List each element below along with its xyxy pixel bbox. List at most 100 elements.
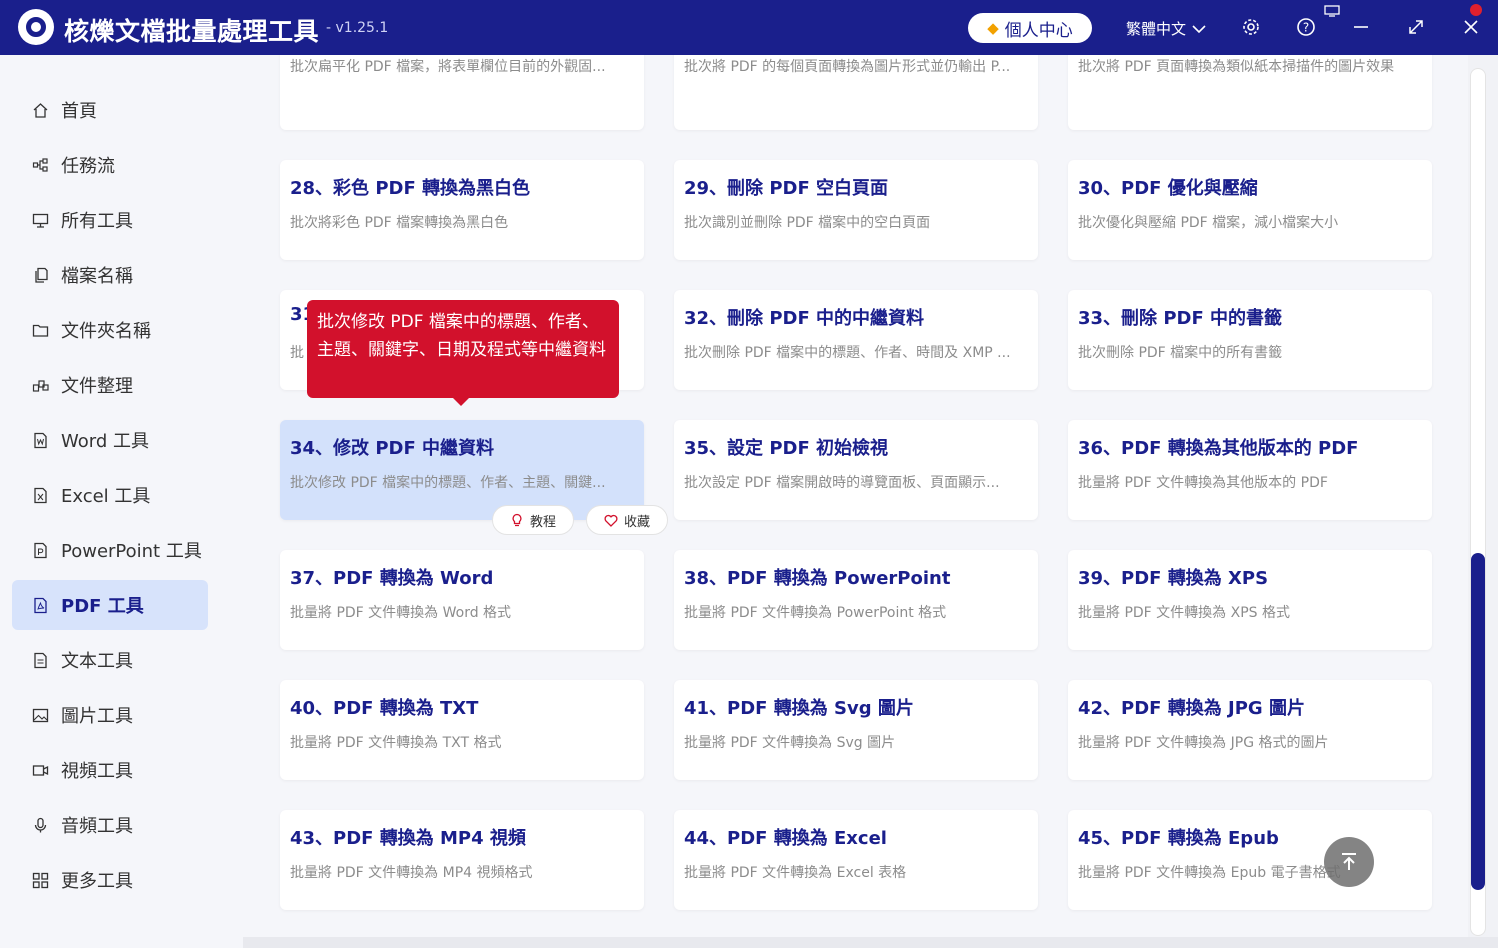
tool-card[interactable]: 30、PDF 優化與壓縮批次優化與壓縮 PDF 檔案，減小檔案大小	[1068, 160, 1432, 260]
tool-card[interactable]: 41、PDF 轉換為 Svg 圖片 批量將 PDF 文件轉換為 Svg 圖片	[674, 680, 1038, 780]
folder-icon	[32, 322, 49, 339]
grid-icon	[32, 872, 49, 889]
sidebar-item-word[interactable]: Word 工具	[12, 415, 208, 465]
tooltip: 批次修改 PDF 檔案中的標題、作者、主題、關鍵字、日期及程式等中繼資料	[307, 300, 619, 398]
sidebar-item-label: 首頁	[61, 101, 97, 122]
tool-card[interactable]: 36、PDF 轉換為其他版本的 PDF 批量將 PDF 文件轉換為其他版本的 PD…	[1068, 420, 1432, 520]
tool-card[interactable]: 批次將 PDF 的每個頁面轉換為圖片形式並仍輸出 P...	[674, 55, 1038, 130]
tool-card[interactable]: 45、PDF 轉換為 Epub 批量將 PDF 文件轉換為 Epub 電子書格式	[1068, 810, 1432, 910]
sidebar-item-microphone[interactable]: 音頻工具	[12, 800, 208, 850]
user-center-label: 個人中心	[1004, 20, 1073, 41]
sidebar: 首頁任務流所有工具檔案名稱文件夾名稱文件整理 Word 工具 Excel 工具 Pow…	[0, 55, 243, 948]
tool-card[interactable]: 29、刪除 PDF 空白頁面 批次識別並刪除 PDF 檔案中的空白頁面	[674, 160, 1038, 260]
tool-card-description: 批次設定 PDF 檔案開啟時的導覽面板、頁面顯示...	[684, 475, 1000, 491]
minimize-icon[interactable]	[1350, 16, 1372, 38]
tool-card[interactable]: 42、PDF 轉換為 JPG 圖片批量將 PDF 文件轉換為 JPG 格式的圖片	[1068, 680, 1432, 780]
tool-card-title: 43、PDF 轉換為 MP4 視頻	[290, 828, 526, 849]
tutorial-label: 教程	[529, 514, 556, 530]
image-icon	[32, 707, 49, 724]
organize-icon	[32, 377, 49, 394]
tool-card[interactable]: 38、PDF 轉換為 PowerPoint 批量將 PDF 文件轉換為 Power…	[674, 550, 1038, 650]
sidebar-item-organize[interactable]: 文件整理	[12, 360, 208, 410]
tool-card-description: 批次扁平化 PDF 檔案，將表單欄位目前的外觀固...	[290, 59, 606, 75]
tool-card-title: 29、刪除 PDF 空白頁面	[684, 178, 889, 199]
tool-card-description: 批量將 PDF 文件轉換為 Word 格式	[290, 605, 512, 621]
tool-card-title: 39、PDF 轉換為 XPS	[1078, 568, 1269, 589]
sidebar-item-grid[interactable]: 更多工具	[12, 855, 208, 905]
tool-card[interactable]: 32、刪除 PDF 中的中繼資料批次刪除 PDF 檔案中的標題、作者、時間及 X…	[674, 290, 1038, 390]
word-icon	[32, 432, 49, 449]
sidebar-item-label: PDF 工具	[61, 596, 144, 617]
close-icon[interactable]	[1460, 16, 1482, 38]
tooltip-arrow	[452, 397, 470, 406]
tool-card-title: 30、PDF 優化與壓縮	[1078, 178, 1258, 199]
sidebar-item-label: 所有工具	[61, 211, 133, 232]
powerpoint-icon	[32, 542, 49, 559]
tool-card[interactable]: 35、設定 PDF 初始檢視批次設定 PDF 檔案開啟時的導覽面板、頁面顯示..…	[674, 420, 1038, 520]
tool-card-description: 批量將 PDF 文件轉換為 Svg 圖片	[684, 735, 896, 751]
sidebar-item-home[interactable]: 首頁	[12, 85, 208, 135]
user-center-button[interactable]: ◆ 個人中心	[968, 13, 1092, 43]
tool-card[interactable]: 33、刪除 PDF 中的書籤批次刪除 PDF 檔案中的所有書籤	[1068, 290, 1432, 390]
sidebar-item-file-copy[interactable]: 檔案名稱	[12, 250, 208, 300]
pdf-icon	[32, 597, 49, 614]
sidebar-item-pdf[interactable]: PDF 工具	[12, 580, 208, 630]
tool-card-title: 33、刪除 PDF 中的書籤	[1078, 308, 1283, 329]
tool-card-description: 批次將彩色 PDF 檔案轉換為黑白色	[290, 215, 509, 231]
title-bar: 核爍文檔批量處理工具 - v1.25.1 ◆ 個人中心 繁體中文 ?	[0, 0, 1498, 55]
sidebar-item-image[interactable]: 圖片工具	[12, 690, 208, 740]
tool-card[interactable]: 28、彩色 PDF 轉換為黑白色 批次將彩色 PDF 檔案轉換為黑白色	[280, 160, 644, 260]
sidebar-item-label: 文本工具	[61, 651, 133, 672]
scrollbar-thumb[interactable]	[1471, 553, 1485, 890]
sidebar-item-folder[interactable]: 文件夾名稱	[12, 305, 208, 355]
maximize-icon[interactable]	[1405, 16, 1427, 38]
sidebar-item-workflow[interactable]: 任務流	[12, 140, 208, 190]
tool-card-description: 批次刪除 PDF 檔案中的所有書籤	[1078, 345, 1283, 361]
tool-card-description: 批量將 PDF 文件轉換為 Excel 表格	[684, 865, 907, 881]
tool-card-title: 40、PDF 轉換為 TXT	[290, 698, 479, 719]
tool-card[interactable]: 批次將 PDF 頁面轉換為類似紙本掃描件的圖片效果	[1068, 55, 1432, 130]
back-to-top-button[interactable]	[1324, 837, 1374, 887]
chevron-down-icon	[1192, 24, 1206, 33]
tool-card-description: 批量將 PDF 文件轉換為 JPG 格式的圖片	[1078, 735, 1329, 751]
sidebar-item-text[interactable]: 文本工具	[12, 635, 208, 685]
language-label: 繁體中文	[1126, 20, 1187, 38]
monitor-icon	[32, 212, 49, 229]
heart-icon	[604, 514, 618, 527]
tool-card[interactable]: 39、PDF 轉換為 XPS 批量將 PDF 文件轉換為 XPS 格式	[1068, 550, 1432, 650]
tool-card[interactable]: 44、PDF 轉換為 Excel 批量將 PDF 文件轉換為 Excel 表格	[674, 810, 1038, 910]
tool-card[interactable]: 37、PDF 轉換為 Word 批量將 PDF 文件轉換為 Word 格式	[280, 550, 644, 650]
tutorial-button[interactable]: 教程	[492, 505, 574, 535]
favorite-button[interactable]: 收藏	[586, 505, 668, 535]
tool-grid: 批次扁平化 PDF 檔案，將表單欄位目前的外觀固... 批次將 PDF 的每個頁面…	[243, 55, 1468, 937]
app-logo-icon	[18, 9, 54, 45]
excel-icon	[32, 487, 49, 504]
tool-card[interactable]: 40、PDF 轉換為 TXT 批量將 PDF 文件轉換為 TXT 格式	[280, 680, 644, 780]
settings-gear-icon[interactable]	[1240, 16, 1262, 38]
sidebar-item-powerpoint[interactable]: PowerPoint 工具	[12, 525, 208, 575]
sidebar-item-label: PowerPoint 工具	[61, 541, 202, 562]
svg-text:?: ?	[1303, 21, 1309, 35]
tool-card-title: 44、PDF 轉換為 Excel	[684, 828, 887, 849]
screen-icon[interactable]	[1323, 4, 1341, 18]
favorite-label: 收藏	[623, 514, 650, 530]
sidebar-item-excel[interactable]: Excel 工具	[12, 470, 208, 520]
tool-card-description: 批量將 PDF 文件轉換為 MP4 視頻格式	[290, 865, 533, 881]
sidebar-item-monitor[interactable]: 所有工具	[12, 195, 208, 245]
app-title: 核爍文檔批量處理工具	[64, 17, 320, 46]
sidebar-item-label: Word 工具	[61, 431, 149, 452]
tool-card[interactable]: 43、PDF 轉換為 MP4 視頻批量將 PDF 文件轉換為 MP4 視頻格式	[280, 810, 644, 910]
sidebar-item-label: 檔案名稱	[61, 266, 133, 287]
tool-card-description: 批次刪除 PDF 檔案中的標題、作者、時間及 XMP ...	[684, 345, 1011, 361]
help-icon[interactable]: ?	[1295, 16, 1317, 38]
tool-card-title: 32、刪除 PDF 中的中繼資料	[684, 308, 925, 329]
tool-card[interactable]: 批次扁平化 PDF 檔案，將表單欄位目前的外觀固...	[280, 55, 644, 130]
app-version: - v1.25.1	[326, 20, 389, 36]
sidebar-item-label: 文件整理	[61, 376, 133, 397]
tool-card-title: 35、設定 PDF 初始檢視	[684, 438, 889, 459]
tool-card-title: 42、PDF 轉換為 JPG 圖片	[1078, 698, 1305, 719]
tool-card[interactable]: 34、修改 PDF 中繼資料 批次修改 PDF 檔案中的標題、作者、主題、關鍵..…	[280, 420, 644, 520]
sidebar-item-video[interactable]: 視頻工具	[12, 745, 208, 795]
tool-card-description: 批次優化與壓縮 PDF 檔案，減小檔案大小	[1078, 215, 1339, 231]
language-select[interactable]: 繁體中文	[1126, 18, 1206, 39]
